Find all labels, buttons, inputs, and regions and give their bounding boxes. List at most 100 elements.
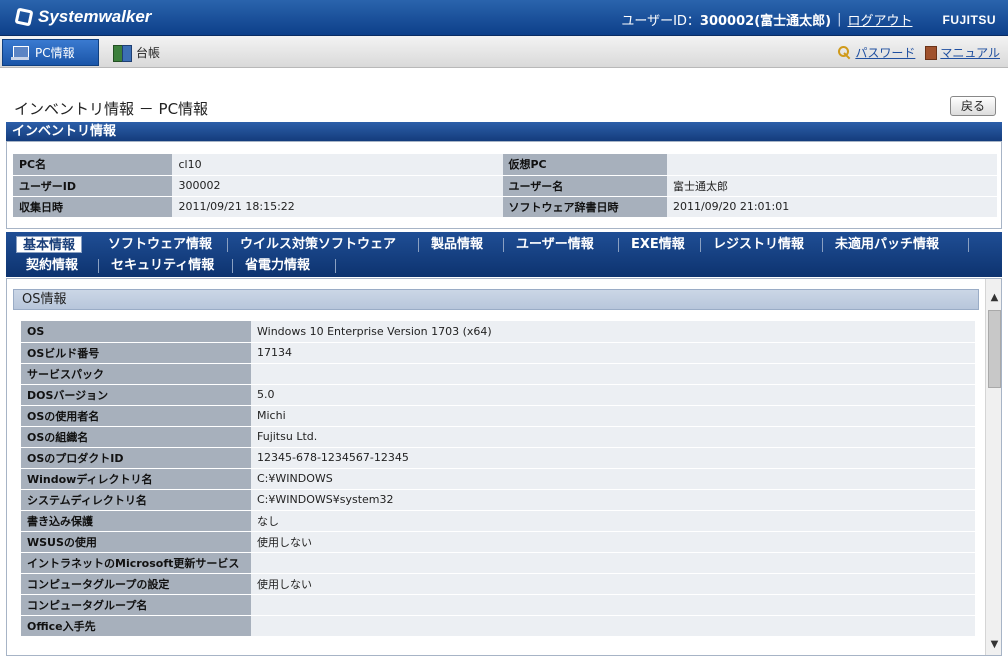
field-label: 収集日時 (13, 196, 173, 218)
tab-separator (335, 259, 336, 273)
os-info-panel: OS情報 OS Windows 10 Enterprise Version 170… (6, 278, 1002, 656)
table-row: Office入手先 (21, 615, 975, 637)
field-label: システムディレクトリ名 (21, 489, 251, 511)
table-row: OSビルド番号 17134 (21, 342, 975, 364)
field-value (251, 363, 975, 385)
table-row: WSUSの使用 使用しない (21, 531, 975, 553)
main-nav: PC情報 台帳 パスワード マニュアル (0, 36, 1008, 68)
field-label: Windowディレクトリ名 (21, 468, 251, 490)
tab-user-info[interactable]: ユーザー情報 (510, 236, 600, 253)
logo-text: Systemwalker (38, 7, 152, 26)
field-value: なし (251, 510, 975, 532)
inventory-panel: PC名 cl10 仮想PC ユーザーID 300002 ユーザー名 富士通太郎 … (6, 141, 1002, 229)
field-value: 300002 (172, 175, 503, 197)
field-label: Office入手先 (21, 615, 251, 637)
field-value: C:¥WINDOWS¥system32 (251, 489, 975, 511)
field-value: 使用しない (251, 573, 975, 595)
logo-icon (14, 7, 34, 27)
field-label: ソフトウェア辞書日時 (502, 196, 667, 218)
tab-contract-info[interactable]: 契約情報 (20, 257, 84, 274)
key-icon (838, 45, 852, 60)
header-separator: | (837, 12, 842, 27)
scroll-thumb[interactable] (988, 310, 1001, 388)
os-info-table: OS Windows 10 Enterprise Version 1703 (x6… (21, 321, 975, 637)
tab-separator (618, 238, 619, 252)
field-value (251, 615, 975, 637)
user-id-label: ユーザーID： (621, 14, 700, 29)
tab-registry-info[interactable]: レジストリ情報 (707, 236, 810, 253)
tab-exe-info[interactable]: EXE情報 (625, 236, 691, 253)
scroll-up-icon[interactable]: ▲ (986, 289, 1001, 306)
scroll-down-icon[interactable]: ▼ (986, 636, 1001, 653)
password-link[interactable]: パスワード (838, 44, 915, 61)
field-value: 2011/09/21 18:15:22 (172, 196, 503, 218)
field-value: C:¥WINDOWS (251, 468, 975, 490)
field-label: イントラネットのMicrosoft更新サービス (21, 552, 251, 574)
systemwalker-logo: Systemwalker (14, 7, 151, 27)
field-label: PC名 (13, 154, 173, 176)
user-info: ユーザーID：300002(富士通太郎) (621, 10, 831, 29)
field-label: OSの組織名 (21, 426, 251, 448)
table-row: イントラネットのMicrosoft更新サービス (21, 552, 975, 574)
nav-tab-pc-info[interactable]: PC情報 (2, 39, 99, 66)
logout-link[interactable]: ログアウト (847, 10, 912, 29)
tab-separator (822, 238, 823, 252)
field-label: 仮想PC (502, 154, 667, 176)
os-info-heading: OS情報 (13, 289, 979, 310)
fujitsu-logo: FUJITSU (942, 12, 996, 27)
table-row: 書き込み保護 なし (21, 510, 975, 532)
tab-security-info[interactable]: セキュリティ情報 (105, 257, 220, 274)
back-button[interactable]: 戻る (950, 96, 996, 116)
field-value: 使用しない (251, 531, 975, 553)
field-value: cl10 (172, 154, 503, 176)
field-value: 5.0 (251, 384, 975, 406)
table-row: OSの使用者名 Michi (21, 405, 975, 427)
field-value (251, 552, 975, 574)
nav-tab-label: 台帳 (136, 46, 161, 60)
manual-icon (925, 45, 938, 60)
field-label: 書き込み保護 (21, 510, 251, 532)
field-label: OSビルド番号 (21, 342, 251, 364)
field-value (666, 154, 997, 176)
table-row: コンピュータグループの設定 使用しない (21, 573, 975, 595)
detail-tab-bar: 基本情報 ソフトウェア情報 ウイルス対策ソフトウェア 製品情報 ユーザー情報 E… (6, 232, 1002, 277)
table-row: DOSバージョン 5.0 (21, 384, 975, 406)
table-row: ユーザーID 300002 ユーザー名 富士通太郎 (13, 175, 997, 197)
tab-separator (503, 238, 504, 252)
tab-basic-info[interactable]: 基本情報 (16, 236, 83, 253)
tab-antivirus[interactable]: ウイルス対策ソフトウェア (234, 236, 402, 253)
table-row: Windowディレクトリ名 C:¥WINDOWS (21, 468, 975, 490)
tab-unapplied-patch[interactable]: 未適用パッチ情報 (829, 236, 945, 253)
tab-separator (700, 238, 701, 252)
field-value: Windows 10 Enterprise Version 1703 (x64) (251, 321, 975, 343)
table-row: OSの組織名 Fujitsu Ltd. (21, 426, 975, 448)
table-row: PC名 cl10 仮想PC (13, 154, 997, 176)
table-row: OSのプロダクトID 12345-678-1234567-12345 (21, 447, 975, 469)
tab-power-saving[interactable]: 省電力情報 (239, 257, 316, 274)
user-id-value: 300002(富士通太郎) (699, 14, 832, 29)
tab-separator (418, 238, 419, 252)
table-row: サービスパック (21, 363, 975, 385)
header-user-area: ユーザーID：300002(富士通太郎) | ログアウト FUJITSU (621, 10, 996, 29)
field-label: ユーザー名 (502, 175, 667, 197)
table-row: 収集日時 2011/09/21 18:15:22 ソフトウェア辞書日時 2011… (13, 196, 997, 218)
manual-link[interactable]: マニュアル (915, 44, 1000, 61)
tab-product-info[interactable]: 製品情報 (425, 236, 489, 253)
nav-tab-ledger[interactable]: 台帳 (104, 39, 178, 66)
table-row: OS Windows 10 Enterprise Version 1703 (x6… (21, 321, 975, 343)
inventory-table: PC名 cl10 仮想PC ユーザーID 300002 ユーザー名 富士通太郎 … (13, 154, 997, 218)
tab-separator (227, 238, 228, 252)
tab-separator (968, 238, 969, 252)
field-value: 17134 (251, 342, 975, 364)
field-label: ユーザーID (13, 175, 173, 197)
field-value: Fujitsu Ltd. (251, 426, 975, 448)
vertical-scrollbar[interactable]: ▲ ▼ (985, 279, 1001, 655)
tab-separator (232, 259, 233, 273)
tab-software-info[interactable]: ソフトウェア情報 (102, 236, 218, 253)
field-label: OS (21, 321, 251, 343)
field-value (251, 594, 975, 616)
table-row: システムディレクトリ名 C:¥WINDOWS¥system32 (21, 489, 975, 511)
field-label: コンピュータグループ名 (21, 594, 251, 616)
nav-utility-links: パスワード マニュアル (838, 44, 1000, 61)
field-value: 2011/09/20 21:01:01 (666, 196, 997, 218)
